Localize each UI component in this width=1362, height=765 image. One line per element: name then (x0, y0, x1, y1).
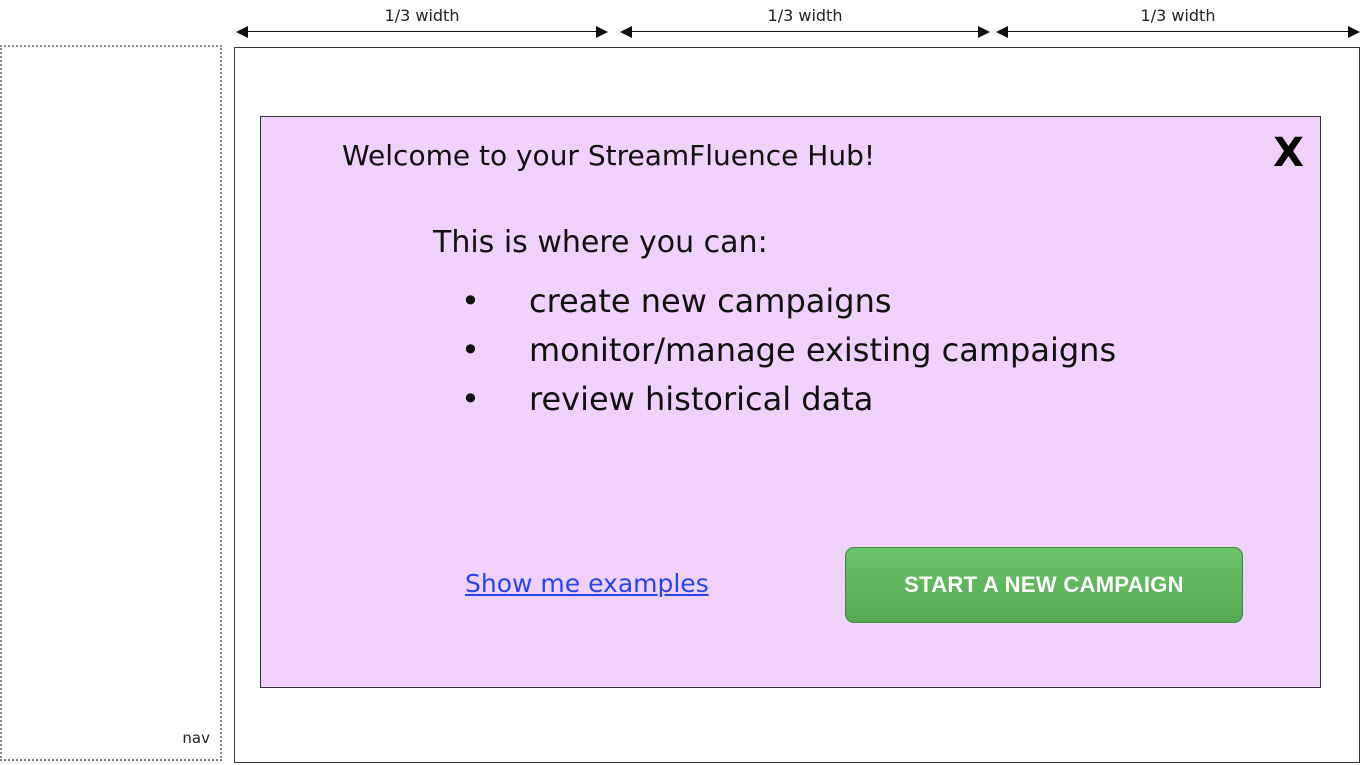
arrow-left-icon (620, 26, 632, 38)
list-item: • monitor/manage existing campaigns (461, 326, 1116, 375)
arrow-right-icon (1348, 26, 1360, 38)
dimension-label: 1/3 width (384, 6, 460, 25)
welcome-title: Welcome to your StreamFluence Hub! (342, 139, 876, 172)
dimension-label: 1/3 width (1140, 6, 1216, 25)
list-item: • review historical data (461, 375, 1116, 424)
close-icon[interactable]: X (1273, 133, 1304, 173)
list-item-text: monitor/manage existing campaigns (529, 331, 1117, 369)
dimension-line (244, 31, 600, 32)
arrow-left-icon (236, 26, 248, 38)
welcome-panel: X Welcome to your StreamFluence Hub! Thi… (260, 116, 1321, 688)
dimension-annotation-3: 1/3 width (996, 6, 1360, 46)
dimension-line (628, 31, 982, 32)
intro-text: This is where you can: (433, 225, 768, 260)
dimension-annotation-1: 1/3 width (236, 6, 608, 46)
bullet-icon: • (461, 380, 480, 418)
capabilities-list: • create new campaigns • monitor/manage … (461, 277, 1116, 424)
bullet-icon: • (461, 282, 480, 320)
arrow-right-icon (978, 26, 990, 38)
wireframe-canvas: 1/3 width 1/3 width 1/3 width nav X Welc… (0, 0, 1362, 765)
start-new-campaign-button[interactable]: START A NEW CAMPAIGN (845, 547, 1243, 623)
list-item-text: create new campaigns (529, 282, 892, 320)
dimension-label: 1/3 width (767, 6, 843, 25)
arrow-right-icon (596, 26, 608, 38)
show-examples-link[interactable]: Show me examples (465, 569, 709, 598)
dimension-line (1004, 31, 1352, 32)
nav-placeholder: nav (0, 45, 222, 761)
dimension-annotation-2: 1/3 width (620, 6, 990, 46)
arrow-left-icon (996, 26, 1008, 38)
bullet-icon: • (461, 331, 480, 369)
list-item: • create new campaigns (461, 277, 1116, 326)
list-item-text: review historical data (529, 380, 874, 418)
nav-label: nav (182, 729, 210, 747)
